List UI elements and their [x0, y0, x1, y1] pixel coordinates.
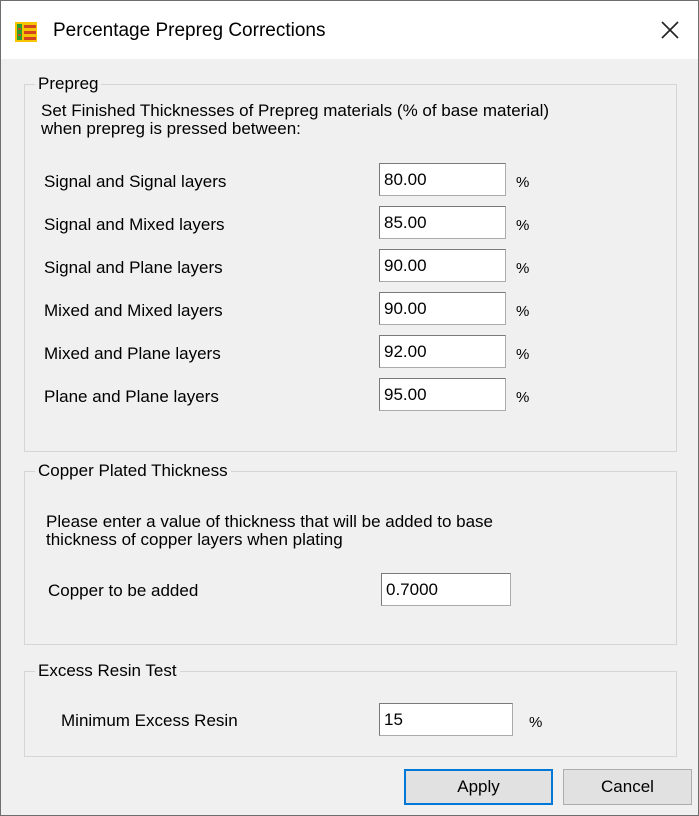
close-icon: [661, 21, 679, 39]
mixed-mixed-input[interactable]: 90.00: [379, 292, 506, 325]
stackup-icon: [15, 22, 37, 42]
resin-unit: %: [529, 714, 543, 731]
signal-plane-unit: %: [516, 260, 530, 277]
copper-group: Copper Plated Thickness: [24, 461, 677, 645]
row-label-signal-plane: Signal and Plane layers: [44, 258, 223, 277]
mixed-mixed-unit: %: [516, 303, 530, 320]
resin-label: Minimum Excess Resin: [61, 711, 238, 730]
plane-plane-input[interactable]: 95.00: [379, 378, 506, 411]
close-button[interactable]: [642, 1, 698, 59]
row-label-mixed-mixed: Mixed and Mixed layers: [44, 301, 223, 320]
apply-button[interactable]: Apply: [404, 769, 553, 805]
row-label-signal-mixed: Signal and Mixed layers: [44, 215, 225, 234]
signal-mixed-unit: %: [516, 217, 530, 234]
min-excess-resin-input[interactable]: 15: [379, 703, 513, 736]
prepreg-description-line1: Set Finished Thicknesses of Prepreg mate…: [41, 101, 550, 120]
title-bar[interactable]: Percentage Prepreg Corrections: [1, 1, 698, 59]
copper-label: Copper to be added: [48, 581, 199, 600]
dialog-window: Percentage Prepreg Corrections Prepreg S…: [0, 0, 699, 816]
signal-mixed-input[interactable]: 85.00: [379, 206, 506, 239]
signal-signal-unit: %: [516, 174, 530, 191]
row-label-mixed-plane: Mixed and Plane layers: [44, 344, 221, 363]
row-label-signal-signal: Signal and Signal layers: [44, 172, 227, 191]
mixed-plane-input[interactable]: 92.00: [379, 335, 506, 368]
copper-value-input[interactable]: 0.7000: [381, 573, 511, 606]
prepreg-description-line2: when prepreg is pressed between:: [41, 119, 301, 138]
window-title: Percentage Prepreg Corrections: [53, 20, 326, 41]
row-label-plane-plane: Plane and Plane layers: [44, 387, 219, 406]
cancel-button[interactable]: Cancel: [563, 769, 692, 805]
resin-legend: Excess Resin Test: [35, 661, 180, 681]
copper-legend: Copper Plated Thickness: [35, 461, 231, 481]
copper-description-line1: Please enter a value of thickness that w…: [46, 512, 494, 531]
prepreg-legend: Prepreg: [35, 74, 102, 94]
mixed-plane-unit: %: [516, 346, 530, 363]
signal-plane-input[interactable]: 90.00: [379, 249, 506, 282]
signal-signal-input[interactable]: 80.00: [379, 163, 506, 196]
copper-description-line2: thickness of copper layers when plating: [46, 530, 343, 549]
plane-plane-unit: %: [516, 389, 530, 406]
